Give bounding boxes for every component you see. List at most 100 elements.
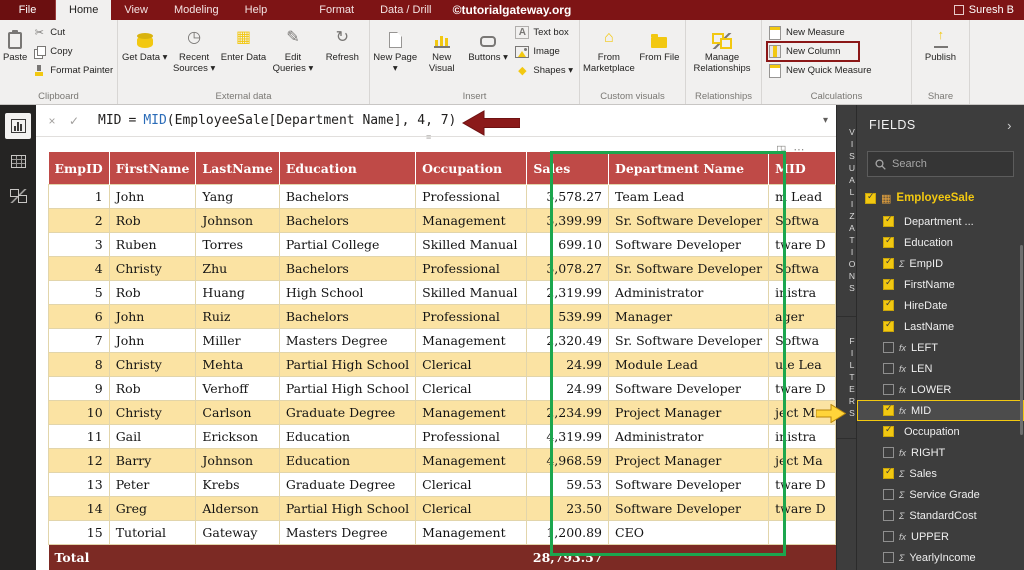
column-header[interactable]: Sales [526,152,609,185]
cell-mid: ule Lea [768,352,836,377]
shapes-button[interactable]: ◆ Shapes ▾ [512,62,576,79]
cell-occupation: Management [415,448,528,473]
table-visual[interactable]: EmpID FirstName LastName Education Occupatio… [48,152,836,570]
field-item[interactable]: fx LEN [857,358,1024,379]
model-view-button[interactable] [5,183,31,209]
new-page-button[interactable]: New Page ▾ [373,22,417,90]
cell-firstname: John [108,184,197,209]
field-item[interactable]: fx LOWER [857,379,1024,400]
field-item[interactable]: fx MID [857,400,1024,421]
fields-search-input[interactable]: Search [867,151,1014,177]
field-item[interactable]: Education [857,232,1024,253]
formula-input[interactable]: MID = MID (EmployeeSale[Department Name]… [88,113,456,128]
field-checkbox[interactable] [883,531,894,542]
user-account[interactable]: Suresh B [953,0,1024,20]
field-item[interactable]: fx RIGHT [857,442,1024,463]
get-data-button[interactable]: Get Data ▾ [121,22,168,90]
from-marketplace-button[interactable]: ⌂ From Marketplace [583,22,635,90]
field-item[interactable]: Σ Service Grade [857,484,1024,505]
ribbon-tab[interactable]: View [111,0,161,20]
formula-expand-icon[interactable]: ▾ [823,115,828,126]
ribbon-tab-contextual[interactable]: Format [306,0,367,20]
cell-department-name: Software Developer [607,496,770,521]
field-item[interactable]: Σ StandardCost [857,505,1024,526]
field-item[interactable]: Σ Sales [857,463,1024,484]
publish-button[interactable]: Publish [915,22,966,90]
field-checkbox[interactable] [883,319,894,332]
image-button[interactable]: Image [512,43,576,60]
field-checkbox[interactable] [883,235,894,248]
report-view-button[interactable] [5,113,31,139]
manage-relationships-button[interactable]: Manage Relationships [689,22,755,90]
field-item[interactable]: Σ YearlyIncome [857,547,1024,568]
ribbon-tab[interactable]: Home [56,0,112,20]
new-column-button[interactable]: New Column [765,43,875,60]
field-item[interactable]: Department ... [857,211,1024,232]
filters-pane-collapsed[interactable]: FILTERS [837,317,857,439]
cell-sales: 3,078.27 [526,256,609,281]
field-checkbox[interactable] [883,342,894,353]
buttons-button[interactable]: Buttons ▾ [466,22,510,90]
column-header[interactable]: Department Name [608,152,770,185]
edit-queries-button[interactable]: ✎ Edit Queries ▾ [269,22,316,90]
commit-formula-icon[interactable]: ✓ [66,114,82,128]
cut-button[interactable]: ✂ Cut [29,24,116,41]
table-checkbox[interactable] [865,191,876,204]
paste-button[interactable]: Paste [3,22,27,90]
field-checkbox[interactable] [883,466,894,479]
formula-bar-resize-handle[interactable]: ≡ [426,132,432,142]
visualizations-pane-collapsed[interactable]: VISUALIZATIONS [837,105,857,317]
field-item[interactable]: Σ EmpID [857,253,1024,274]
cancel-formula-icon[interactable]: × [44,114,60,128]
search-placeholder: Search [892,158,927,170]
data-view-button[interactable] [5,148,31,174]
field-checkbox[interactable] [883,403,894,416]
field-item[interactable]: FirstName [857,274,1024,295]
field-item[interactable]: Occupation [857,421,1024,442]
copy-button[interactable]: Copy [29,43,116,60]
field-table-employeesale[interactable]: ▦ EmployeeSale [857,187,1024,209]
field-type-icon: Σ [899,468,905,479]
text-box-button[interactable]: Text box [512,24,576,41]
column-header[interactable]: LastName [195,152,280,185]
recent-sources-button[interactable]: ◷ Recent Sources ▾ [170,22,217,90]
new-quick-measure-button[interactable]: New Quick Measure [765,62,875,79]
cell-lastname: Mehta [195,352,280,377]
column-header[interactable]: Occupation [415,152,528,185]
collapse-pane-icon[interactable]: › [1007,118,1012,133]
ribbon-tab[interactable]: Help [232,0,281,20]
field-item[interactable]: fx LEFT [857,337,1024,358]
field-checkbox[interactable] [883,552,894,563]
field-checkbox[interactable] [883,384,894,395]
cell-empid: 10 [48,400,110,425]
field-checkbox[interactable] [883,510,894,521]
field-checkbox[interactable] [883,489,894,500]
fields-scrollbar[interactable] [1020,245,1023,435]
new-measure-button[interactable]: New Measure [765,24,875,41]
field-checkbox[interactable] [883,298,894,311]
new-visual-button[interactable]: New Visual [419,22,463,90]
ribbon-tab[interactable]: Modeling [161,0,232,20]
enter-data-button[interactable]: ▦ Enter Data [220,22,267,90]
field-item[interactable]: HireDate [857,295,1024,316]
field-item[interactable]: LastName [857,316,1024,337]
format-painter-button[interactable]: Format Painter [29,62,116,79]
field-checkbox[interactable] [883,256,894,269]
tab-file[interactable]: File [0,0,56,20]
from-file-button[interactable]: From File [637,22,682,90]
field-checkbox[interactable] [883,277,894,290]
cell-occupation: Management [415,328,528,353]
field-checkbox[interactable] [883,363,894,374]
cell-education: Masters Degree [278,520,417,545]
column-header[interactable]: Education [279,152,417,185]
refresh-button[interactable]: ↻ Refresh [319,22,366,90]
column-header[interactable]: EmpID [48,152,110,185]
field-checkbox[interactable] [883,447,894,458]
cell-education: Partial High School [278,376,417,401]
column-header[interactable]: MID [768,152,836,185]
field-checkbox[interactable] [883,214,894,227]
ribbon-tab-contextual[interactable]: Data / Drill [367,0,444,20]
field-checkbox[interactable] [883,424,894,437]
field-item[interactable]: fx UPPER [857,526,1024,547]
column-header[interactable]: FirstName [109,152,197,185]
